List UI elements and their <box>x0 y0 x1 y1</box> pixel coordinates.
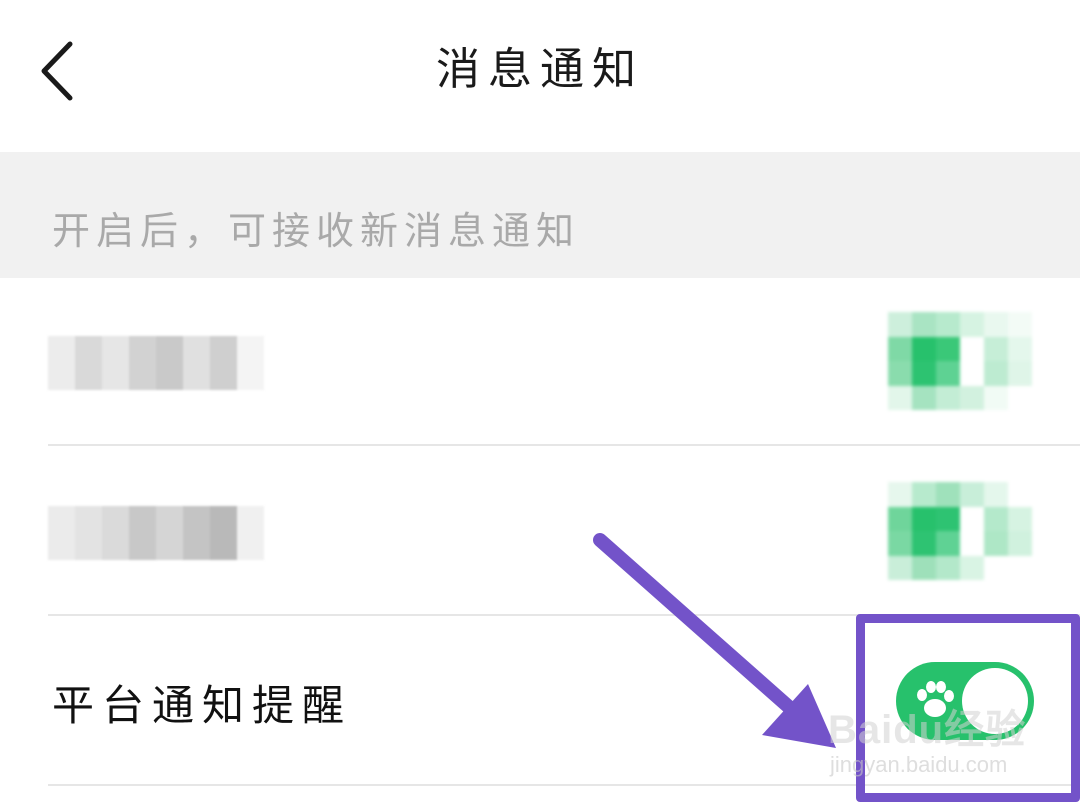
setting-row-platform-notify: 平台通知提醒 <box>0 618 1080 786</box>
obscured-toggle[interactable] <box>888 482 1032 580</box>
obscured-label <box>48 336 264 390</box>
row-divider <box>48 614 1080 616</box>
header-bar: 消息通知 <box>0 0 1080 152</box>
page-title: 消息通知 <box>436 44 644 95</box>
obscured-toggle[interactable] <box>888 312 1032 410</box>
toggle-knob <box>962 668 1028 734</box>
obscured-label <box>48 506 264 560</box>
row-divider <box>48 784 1080 786</box>
row-divider <box>48 444 1080 446</box>
hint-section: 开启后，可接收新消息通知 <box>0 152 1080 279</box>
hint-text: 开启后，可接收新消息通知 <box>52 209 581 253</box>
setting-row-2 <box>0 448 1080 616</box>
paw-icon <box>917 681 954 717</box>
platform-notify-toggle[interactable] <box>896 662 1034 740</box>
row-label: 平台通知提醒 <box>52 681 353 730</box>
setting-row-1 <box>0 278 1080 446</box>
